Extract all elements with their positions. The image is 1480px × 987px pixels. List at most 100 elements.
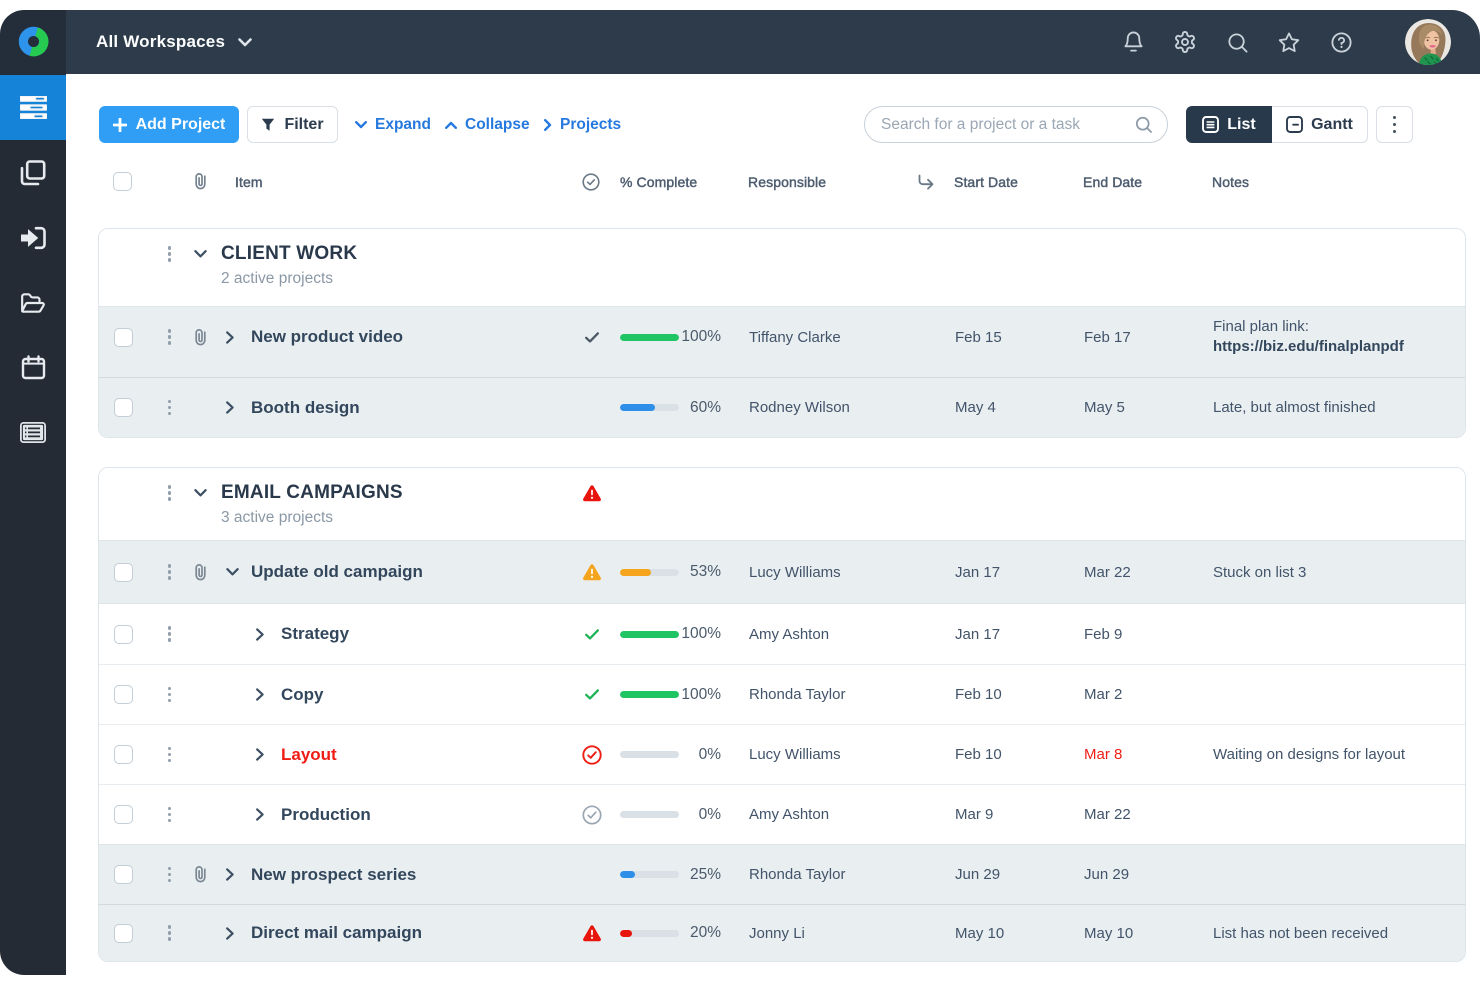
expand-row-chevron[interactable]: [256, 725, 264, 784]
table-row[interactable]: Layout 0% Lucy Williams Feb 10 Mar 8 Wai…: [99, 724, 1465, 784]
avatar[interactable]: [1405, 19, 1451, 65]
row-checkbox[interactable]: [114, 865, 133, 884]
filter-button[interactable]: Filter: [247, 106, 338, 143]
percent-complete: 60%: [659, 378, 721, 437]
notes: Waiting on designs for layout: [1213, 725, 1405, 784]
row-menu-icon[interactable]: [168, 307, 171, 367]
percent-complete: 0%: [659, 725, 721, 784]
row-menu-icon[interactable]: [168, 845, 171, 904]
search-button[interactable]: [1211, 10, 1263, 74]
add-project-button[interactable]: Add Project: [99, 106, 239, 143]
expand-row-chevron[interactable]: [256, 665, 264, 724]
gantt-view-button[interactable]: Gantt: [1272, 106, 1368, 143]
column-complete[interactable]: % Complete: [620, 168, 697, 196]
percent-complete: 100%: [659, 604, 721, 664]
workspace-switcher[interactable]: All Workspaces: [96, 10, 252, 74]
row-menu-icon[interactable]: [168, 785, 171, 844]
avatar-photo: [1405, 19, 1451, 65]
collapse-link[interactable]: Collapse: [445, 106, 530, 143]
attachment-icon[interactable]: [193, 307, 208, 367]
expand-row-chevron[interactable]: [256, 785, 264, 844]
row-checkbox[interactable]: [114, 328, 133, 347]
expand-row-chevron[interactable]: [226, 307, 234, 367]
table-row[interactable]: Direct mail campaign 20% Jonny Li May 10…: [99, 904, 1465, 961]
row-checkbox[interactable]: [114, 924, 133, 943]
sidebar-item-requests[interactable]: [0, 205, 66, 270]
row-checkbox[interactable]: [114, 805, 133, 824]
projects-link[interactable]: Projects: [544, 106, 621, 143]
row-checkbox[interactable]: [114, 745, 133, 764]
column-notes[interactable]: Notes: [1212, 168, 1249, 196]
attachment-icon[interactable]: [193, 845, 208, 904]
column-responsible[interactable]: Responsible: [748, 168, 826, 196]
row-checkbox[interactable]: [114, 685, 133, 704]
sidebar-item-projects[interactable]: [0, 75, 66, 140]
row-menu-icon[interactable]: [168, 905, 171, 961]
table-row[interactable]: Strategy 100% Amy Ashton Jan 17 Feb 9: [99, 603, 1465, 664]
item-name[interactable]: Strategy: [281, 604, 349, 664]
item-name[interactable]: New prospect series: [251, 845, 416, 904]
column-start[interactable]: Start Date: [954, 168, 1018, 196]
column-item[interactable]: Item: [235, 168, 263, 196]
row-menu-icon[interactable]: [168, 725, 171, 784]
favorites-button[interactable]: [1263, 10, 1315, 74]
item-name[interactable]: Production: [281, 785, 371, 844]
expand-row-chevron[interactable]: [226, 905, 234, 961]
settings-button[interactable]: [1159, 10, 1211, 74]
item-name[interactable]: Layout: [281, 725, 337, 784]
expand-row-chevron[interactable]: [226, 845, 234, 904]
row-checkbox[interactable]: [114, 398, 133, 417]
expand-link[interactable]: Expand: [355, 106, 431, 143]
drag-handle-icon[interactable]: [168, 468, 171, 518]
item-name[interactable]: Update old campaign: [251, 541, 423, 603]
question-circle-icon: [1330, 31, 1353, 54]
responsible: Lucy Williams: [749, 541, 841, 603]
table-row[interactable]: New prospect series 25% Rhonda Taylor Ju…: [99, 844, 1465, 904]
row-checkbox[interactable]: [114, 625, 133, 644]
attachment-icon[interactable]: [193, 541, 208, 603]
group-title[interactable]: EMAIL CAMPAIGNS: [221, 482, 403, 504]
table-row[interactable]: Production 0% Amy Ashton Mar 9 Mar 22: [99, 784, 1465, 844]
row-menu-icon[interactable]: [168, 378, 171, 437]
notes: List has not been received: [1213, 905, 1388, 961]
more-options-button[interactable]: [1376, 106, 1413, 143]
table-row[interactable]: Update old campaign 53% Lucy Williams Ja…: [99, 540, 1465, 603]
help-button[interactable]: [1315, 10, 1367, 74]
sidebar-item-calendar[interactable]: [0, 335, 66, 400]
column-end[interactable]: End Date: [1083, 168, 1142, 196]
item-name[interactable]: New product video: [251, 307, 403, 367]
table-row[interactable]: New product video 100% Tiffany Clarke Fe…: [99, 306, 1465, 377]
row-menu-icon[interactable]: [168, 604, 171, 664]
table-row[interactable]: Booth design 60% Rodney Wilson May 4 May…: [99, 377, 1465, 437]
filter-label: Filter: [284, 116, 323, 134]
search-input[interactable]: [881, 116, 1134, 134]
row-checkbox[interactable]: [114, 563, 133, 582]
responsible: Rhonda Taylor: [749, 845, 845, 904]
item-name[interactable]: Booth design: [251, 378, 360, 437]
item-name[interactable]: Copy: [281, 665, 324, 724]
notifications-button[interactable]: [1107, 10, 1159, 74]
sidebar-item-documents[interactable]: [0, 270, 66, 335]
group-title[interactable]: CLIENT WORK: [221, 243, 357, 265]
sidebar-item-workspaces[interactable]: [0, 140, 66, 205]
status-warning-icon: [582, 541, 602, 603]
drag-handle-icon[interactable]: [168, 229, 171, 279]
group-subtitle: 2 active projects: [221, 270, 333, 288]
expand-row-chevron[interactable]: [256, 604, 264, 664]
row-menu-icon[interactable]: [168, 665, 171, 724]
chevron-down-icon: [355, 121, 367, 129]
start-date: Feb 10: [955, 725, 1002, 784]
expand-row-chevron[interactable]: [226, 378, 234, 437]
app-logo-icon[interactable]: [18, 26, 49, 57]
select-all-checkbox[interactable]: [113, 172, 132, 191]
collapse-group-chevron[interactable]: [194, 229, 207, 279]
item-name[interactable]: Direct mail campaign: [251, 905, 422, 961]
collapse-row-chevron[interactable]: [226, 541, 239, 603]
checkbox-cell: [114, 665, 133, 724]
sidebar-item-reports[interactable]: [0, 400, 66, 465]
table-row[interactable]: Copy 100% Rhonda Taylor Feb 10 Mar 2: [99, 664, 1465, 724]
row-menu-icon[interactable]: [168, 541, 171, 603]
notes: Final plan link:https://biz.edu/finalpla…: [1213, 307, 1404, 367]
list-view-button[interactable]: List: [1186, 106, 1272, 143]
collapse-group-chevron[interactable]: [194, 468, 207, 518]
